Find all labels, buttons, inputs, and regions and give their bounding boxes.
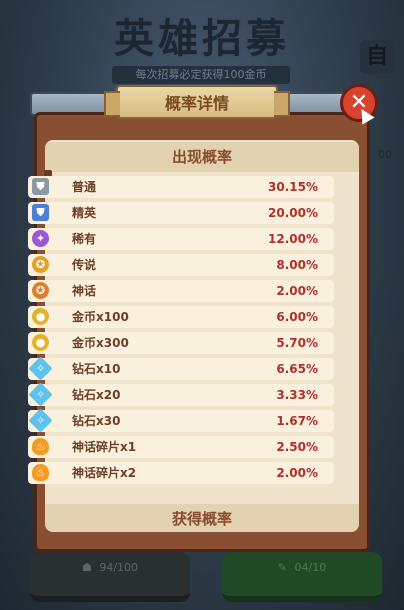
medal-gold-icon: ✪: [32, 256, 49, 273]
reward-probability: 6.65%: [276, 362, 318, 376]
reward-probability: 30.15%: [268, 180, 318, 194]
shield-gray-icon: ⛊: [32, 178, 49, 195]
obtain-rate-header: 获得概率: [45, 504, 359, 532]
page-title: 英雄招募: [114, 16, 290, 62]
probability-row: ✧ 钻石x10 6.65%: [28, 356, 334, 381]
reward-name: 钻石x20: [72, 388, 121, 402]
probability-row: ✦ 稀有 12.00%: [28, 228, 334, 250]
diamond-icon: ✧: [28, 382, 53, 407]
probability-row: ♨ 神话碎片x2 2.00%: [28, 462, 334, 484]
ticket-icon: ✎: [277, 561, 287, 574]
hero-icon: ☗: [81, 561, 92, 574]
reward-probability: 3.33%: [276, 388, 318, 402]
reward-probability: 6.00%: [276, 310, 318, 324]
reward-name: 普通: [72, 180, 97, 194]
reward-name: 精英: [72, 206, 97, 220]
coin-icon: ●: [32, 308, 49, 325]
probability-row: ✧ 钻石x20 3.33%: [28, 382, 334, 407]
reward-probability: 2.00%: [276, 284, 318, 298]
probability-row: ● 金币x100 6.00%: [28, 306, 334, 328]
reward-probability: 8.00%: [276, 258, 318, 272]
coin-icon: ●: [32, 334, 49, 351]
reward-name: 钻石x10: [72, 362, 121, 376]
recruit-subtitle: 每次招募必定获得100金币: [112, 66, 290, 84]
probability-row: ✧ 钻石x30 1.67%: [28, 408, 334, 433]
probability-row: ♨ 神话碎片x1 2.50%: [28, 436, 334, 458]
probability-row: ● 金币x300 5.70%: [28, 332, 334, 354]
probability-row: ⛊ 普通 30.15%: [28, 176, 334, 198]
probability-row: ⛊ 精英 20.00%: [28, 202, 334, 224]
auto-tab[interactable]: 自: [360, 40, 394, 74]
diamond-icon: ✧: [28, 408, 53, 433]
reward-name: 金币x100: [72, 310, 129, 324]
side-value: 00: [378, 148, 392, 161]
reward-name: 神话碎片x1: [72, 440, 137, 454]
reward-name: 神话碎片x2: [72, 466, 137, 480]
reward-name: 稀有: [72, 232, 97, 246]
reward-name: 金币x300: [72, 336, 129, 350]
modal-title: 概率详情: [104, 85, 290, 119]
probability-row: ✪ 传说 8.00%: [28, 254, 334, 276]
appearance-rate-header: 出现概率: [45, 142, 359, 172]
reward-name: 钻石x30: [72, 414, 121, 428]
reward-probability: 2.00%: [276, 466, 318, 480]
medal-orange-icon: ✪: [32, 282, 49, 299]
gem-purple-icon: ✦: [32, 230, 49, 247]
reward-name: 传说: [72, 258, 97, 272]
flame-fragment-icon: ♨: [32, 438, 49, 455]
reward-probability: 5.70%: [276, 336, 318, 350]
recruit-once-count: 94/100: [99, 561, 139, 574]
reward-name: 神话: [72, 284, 97, 298]
reward-probability: 12.00%: [268, 232, 318, 246]
diamond-icon: ✧: [28, 356, 53, 381]
reward-probability: 20.00%: [268, 206, 318, 220]
recruit-once-button[interactable]: ☗ 94/100: [30, 552, 190, 602]
reward-probability: 1.67%: [276, 414, 318, 428]
shield-blue-icon: ⛊: [32, 204, 49, 221]
reward-probability: 2.50%: [276, 440, 318, 454]
flame-fragment-icon: ♨: [32, 464, 49, 481]
recruit-ten-count: 04/10: [294, 561, 327, 574]
recruit-ten-button[interactable]: ✎ 04/10: [222, 552, 382, 602]
probability-row: ✪ 神话 2.00%: [28, 280, 334, 302]
